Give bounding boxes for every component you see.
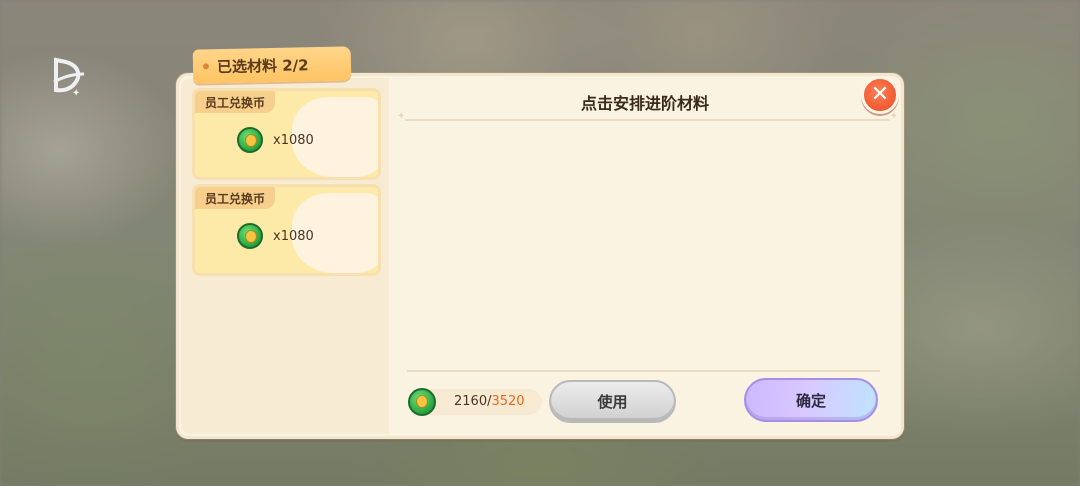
material-name: 员工兑换币 [195, 91, 276, 113]
green-coin-icon [237, 223, 263, 249]
confirm-button-label: 确定 [795, 391, 826, 410]
svg-text:✦: ✦ [72, 88, 80, 98]
material-name: 员工兑换币 [195, 187, 276, 209]
use-button-label: 使用 [597, 393, 628, 411]
counter-text: 2160/3520 [454, 394, 525, 409]
use-button[interactable]: 使用 [549, 380, 676, 423]
green-coin-icon [408, 388, 436, 416]
title-divider [397, 111, 898, 122]
panel-title: 点击安排进阶材料 [580, 94, 709, 113]
game-logo-icon: ✦ [53, 57, 85, 98]
coin-counter: 2160/3520 [408, 388, 542, 416]
tab-dot-icon [202, 63, 210, 70]
footer-divider [407, 370, 880, 372]
material-quantity: x1080 [273, 133, 314, 148]
counter-required: 3520 [491, 394, 525, 409]
confirm-button[interactable]: 确定 [744, 378, 878, 422]
material-quantity: x1080 [273, 229, 314, 244]
close-button[interactable]: ✕ [861, 76, 899, 114]
green-coin-icon [237, 127, 263, 153]
selected-count-label: 已选材料 2/2 [216, 55, 309, 76]
selected-count-tab: 已选材料 2/2 [192, 46, 352, 84]
counter-current: 2160 [454, 394, 488, 409]
material-card[interactable]: 员工兑换币 x1080 [192, 184, 381, 276]
close-icon: ✕ [870, 82, 890, 107]
material-card[interactable]: 员工兑换币 x1080 [192, 88, 381, 180]
